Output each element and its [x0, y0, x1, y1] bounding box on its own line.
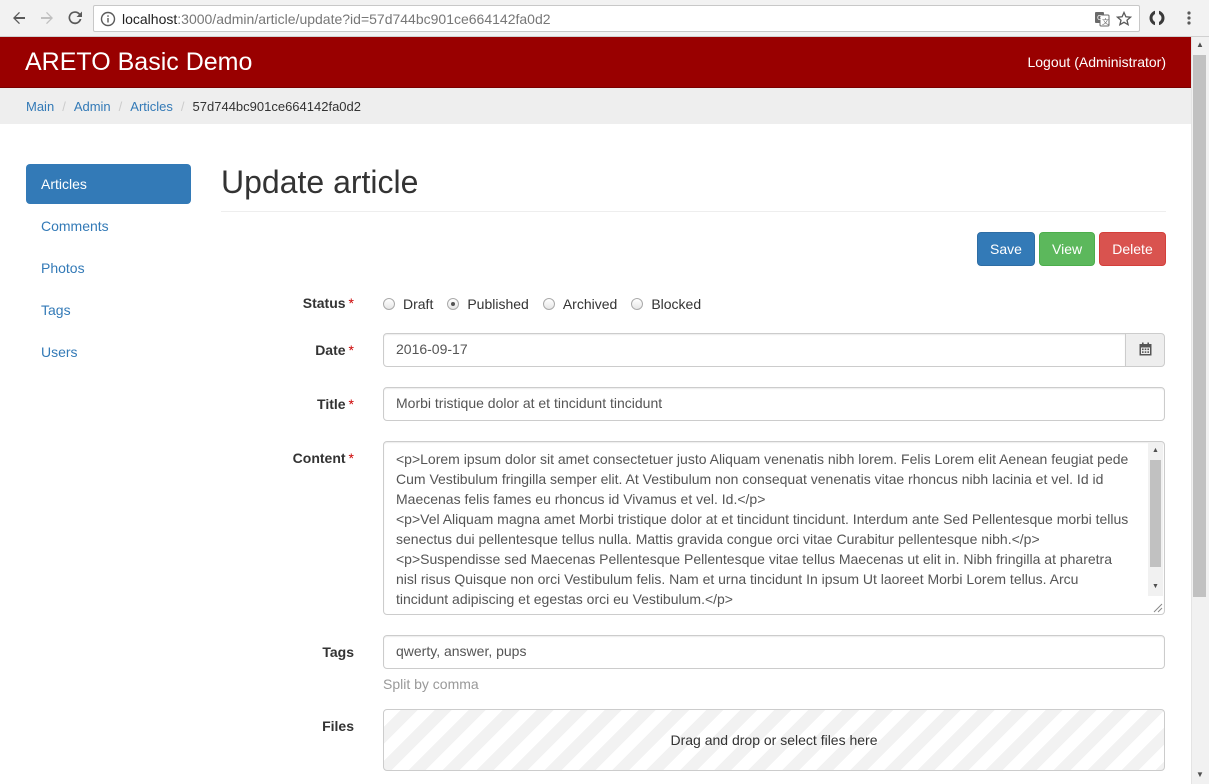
info-icon[interactable]	[100, 11, 116, 27]
radio-button[interactable]	[542, 298, 555, 310]
breadcrumb-current: 57d744bc901ce664142fa0d2	[192, 99, 361, 114]
delete-button[interactable]: Delete	[1099, 232, 1166, 266]
scroll-up-arrow-icon[interactable]: ▲	[1195, 40, 1205, 50]
radio-label: Archived	[562, 296, 618, 312]
status-label: Status *	[303, 295, 354, 311]
breadcrumb-main[interactable]: Main	[26, 99, 54, 114]
scroll-down-arrow-icon[interactable]: ▼	[1195, 770, 1205, 780]
sidebar-item-articles[interactable]: Articles	[26, 164, 191, 204]
date-label: Date *	[315, 342, 354, 358]
files-label-text: Files	[322, 718, 354, 734]
file-dropzone[interactable]: Drag and drop or select files here	[383, 709, 1165, 771]
tags-input[interactable]: qwerty, answer, pups	[383, 635, 1165, 669]
content-textarea[interactable]: <p>Lorem ipsum dolor sit amet consectetu…	[383, 441, 1165, 615]
status-radio-blocked[interactable]: Blocked	[631, 296, 701, 312]
title-divider	[221, 211, 1166, 212]
required-marker: *	[348, 295, 354, 311]
calendar-button[interactable]	[1125, 333, 1165, 367]
radio-button-selected[interactable]	[447, 298, 460, 310]
save-button[interactable]: Save	[977, 232, 1035, 266]
status-radio-draft[interactable]: Draft	[383, 296, 433, 312]
tags-label: Tags	[322, 644, 354, 660]
title-label-text: Title	[317, 396, 346, 412]
top-navbar: ARETO Basic Demo Logout (Administrator)	[0, 37, 1191, 88]
content-paragraph: <p>Suspendisse sed Maecenas Pellentesque…	[396, 551, 1112, 607]
page-title: Update article	[221, 164, 419, 200]
brand-link[interactable]: ARETO Basic Demo	[25, 48, 252, 77]
tags-help-text: Split by comma	[383, 676, 479, 692]
svg-text:文: 文	[1102, 17, 1109, 26]
reload-icon[interactable]	[65, 8, 85, 28]
required-marker: *	[348, 342, 354, 358]
breadcrumb-articles[interactable]: Articles	[130, 99, 173, 114]
calendar-icon	[1139, 342, 1152, 359]
radio-button[interactable]	[383, 298, 395, 310]
dropzone-text: Drag and drop or select files here	[670, 732, 878, 748]
status-radio-archived[interactable]: Archived	[542, 296, 618, 312]
sidebar-item-photos[interactable]: Photos	[26, 248, 191, 288]
textarea-scroll-down-icon[interactable]: ▼	[1150, 582, 1161, 592]
browser-toolbar: localhost:3000/admin/article/update?id=5…	[0, 0, 1209, 37]
logout-link[interactable]: Logout (Administrator)	[1027, 54, 1166, 70]
sidebar-item-tags[interactable]: Tags	[26, 290, 191, 330]
tags-label-text: Tags	[322, 644, 354, 660]
page-scrollbar-thumb[interactable]	[1193, 55, 1206, 597]
content-label-text: Content	[292, 450, 346, 466]
menu-dots-icon[interactable]	[1179, 8, 1199, 28]
address-bar[interactable]: localhost:3000/admin/article/update?id=5…	[93, 5, 1140, 32]
breadcrumb-separator: /	[118, 99, 123, 114]
status-label-text: Status	[302, 295, 346, 311]
textarea-scroll-up-icon[interactable]: ▲	[1150, 446, 1161, 456]
content-label: Content *	[293, 450, 354, 466]
radio-button[interactable]	[631, 298, 644, 310]
translate-icon[interactable]: G文	[1094, 11, 1110, 27]
status-radio-group: Draft Published Archived Blocked	[383, 294, 715, 314]
breadcrumb-admin[interactable]: Admin	[74, 99, 111, 114]
breadcrumb: Main / Admin / Articles / 57d744bc901ce664142f…	[0, 88, 1191, 124]
title-label: Title *	[317, 396, 354, 412]
sidebar-nav: Articles Comments Photos Tags Users	[26, 164, 191, 374]
textarea-scrollbar-thumb[interactable]	[1150, 460, 1161, 567]
forward-arrow-icon[interactable]	[37, 8, 57, 28]
back-arrow-icon[interactable]	[9, 8, 29, 28]
radio-label: Published	[467, 296, 529, 312]
resize-grip-icon[interactable]	[1151, 600, 1163, 613]
url-path: :3000/admin/article/update?id=57d744bc90…	[177, 11, 551, 27]
radio-label: Blocked	[651, 296, 702, 312]
extension-icon[interactable]	[1147, 8, 1167, 28]
breadcrumb-separator: /	[62, 99, 66, 114]
title-input[interactable]: Morbi tristique dolor at et tincidunt ti…	[383, 387, 1165, 421]
sidebar-item-users[interactable]: Users	[26, 332, 191, 372]
url-text: localhost:3000/admin/article/update?id=5…	[122, 11, 551, 27]
content-paragraph: <p>Lorem ipsum dolor sit amet consectetu…	[396, 451, 1129, 507]
status-radio-published[interactable]: Published	[447, 296, 529, 312]
breadcrumb-separator: /	[180, 99, 185, 114]
view-button[interactable]: View	[1039, 232, 1095, 266]
required-marker: *	[348, 450, 354, 466]
date-input[interactable]: 2016-09-17	[383, 333, 1126, 367]
content-paragraph: <p>Vel Aliquam magna amet Morbi tristiqu…	[396, 511, 1129, 547]
files-label: Files	[322, 718, 354, 734]
required-marker: *	[348, 396, 354, 412]
sidebar-item-comments[interactable]: Comments	[26, 206, 191, 246]
date-label-text: Date	[315, 342, 346, 358]
star-icon[interactable]	[1115, 10, 1133, 27]
url-host: localhost	[122, 11, 178, 27]
radio-label: Draft	[403, 296, 434, 312]
